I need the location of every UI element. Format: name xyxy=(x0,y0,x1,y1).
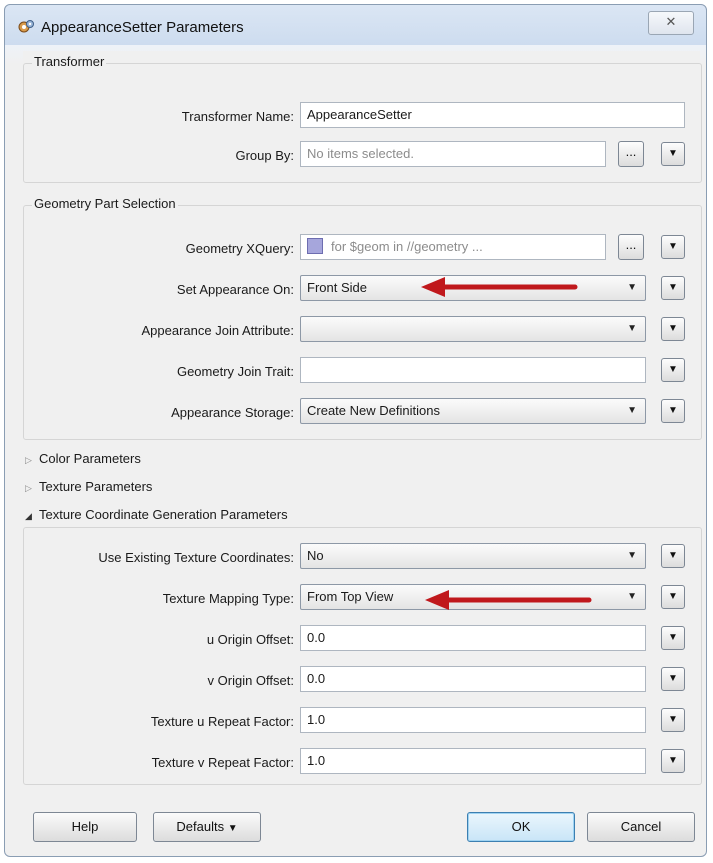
chevron-down-icon: ▼ xyxy=(227,823,238,834)
u-origin-label: u Origin Offset: xyxy=(206,632,294,647)
group-by-browse-button[interactable]: ... xyxy=(618,141,644,167)
transformer-group-title: Transformer xyxy=(32,54,107,69)
defaults-label: Defaults xyxy=(176,819,225,834)
v-repeat-label: Texture v Repeat Factor: xyxy=(151,755,294,770)
v-origin-field[interactable]: 0.0 xyxy=(300,666,646,692)
set-appearance-value: Front Side xyxy=(307,280,367,295)
join-attribute-label: Appearance Join Attribute: xyxy=(141,323,295,338)
geometry-xquery-field[interactable]: for $geom in //geometry ... xyxy=(300,234,606,260)
annotation-arrow-mapping-type xyxy=(425,590,592,610)
appearance-storage-dropdown[interactable]: Create New Definitions ▼ xyxy=(300,398,646,424)
chevron-down-icon: ▼ xyxy=(627,323,637,334)
u-repeat-label: Texture u Repeat Factor: xyxy=(150,714,294,729)
menu-triangle-icon: ▼ xyxy=(668,591,678,602)
mapping-type-value: From Top View xyxy=(307,589,394,604)
transformer-gear-icon xyxy=(18,20,34,33)
menu-triangle-icon: ▼ xyxy=(668,550,678,561)
geometry-xquery-menu-button[interactable]: ▼ xyxy=(661,235,685,259)
color-parameters-label: Color Parameters xyxy=(39,451,141,466)
chevron-down-icon: ▼ xyxy=(627,282,637,293)
use-existing-label: Use Existing Texture Coordinates: xyxy=(98,550,294,565)
texcoord-parameters-label: Texture Coordinate Generation Parameters xyxy=(39,507,288,522)
join-attribute-menu-button[interactable]: ▼ xyxy=(661,317,685,341)
menu-triangle-icon: ▼ xyxy=(668,364,678,375)
group-by-label: Group By: xyxy=(235,148,294,163)
geometry-xquery-label: Geometry XQuery: xyxy=(185,241,294,256)
join-attribute-dropdown[interactable]: ▼ xyxy=(300,316,646,342)
texture-parameters-label: Texture Parameters xyxy=(39,479,153,494)
expand-triangle-icon: ▷ xyxy=(25,455,32,465)
transformer-group: Transformer Transformer Name: Appearance… xyxy=(23,54,702,183)
appearance-storage-label: Appearance Storage: xyxy=(171,405,294,420)
transformer-name-field[interactable]: AppearanceSetter xyxy=(300,102,685,128)
menu-triangle-icon: ▼ xyxy=(668,714,678,725)
close-icon: ✕ xyxy=(665,14,677,29)
annotation-arrow-set-appearance xyxy=(421,277,578,297)
geometry-group-title: Geometry Part Selection xyxy=(32,196,178,211)
use-existing-dropdown[interactable]: No ▼ xyxy=(300,543,646,569)
menu-triangle-icon: ▼ xyxy=(668,632,678,643)
menu-triangle-icon: ▼ xyxy=(668,323,678,334)
appearance-storage-value: Create New Definitions xyxy=(307,403,440,418)
xquery-type-icon xyxy=(307,238,323,254)
menu-triangle-icon: ▼ xyxy=(668,148,678,159)
use-existing-menu-button[interactable]: ▼ xyxy=(661,544,685,568)
v-repeat-menu-button[interactable]: ▼ xyxy=(661,749,685,773)
v-origin-label: v Origin Offset: xyxy=(207,673,294,688)
join-trait-menu-button[interactable]: ▼ xyxy=(661,358,685,382)
texcoord-parameters-toggle[interactable]: ◢ Texture Coordinate Generation Parameter… xyxy=(25,507,288,522)
u-origin-menu-button[interactable]: ▼ xyxy=(661,626,685,650)
texcoord-group: Use Existing Texture Coordinates: No ▼ ▼ … xyxy=(23,527,702,785)
group-by-menu-button[interactable]: ▼ xyxy=(661,142,685,166)
menu-triangle-icon: ▼ xyxy=(668,405,678,416)
geometry-part-group: Geometry Part Selection Geometry XQuery:… xyxy=(23,196,702,440)
cancel-button[interactable]: Cancel xyxy=(587,812,695,842)
menu-triangle-icon: ▼ xyxy=(668,673,678,684)
geometry-xquery-browse-button[interactable]: ... xyxy=(618,234,644,260)
menu-triangle-icon: ▼ xyxy=(668,241,678,252)
window-title: AppearanceSetter Parameters xyxy=(41,19,244,36)
appearance-storage-menu-button[interactable]: ▼ xyxy=(661,399,685,423)
dialog-window: AppearanceSetter Parameters ✕ Transforme… xyxy=(4,4,707,857)
menu-triangle-icon: ▼ xyxy=(668,282,678,293)
u-origin-field[interactable]: 0.0 xyxy=(300,625,646,651)
geometry-xquery-value: for $geom in //geometry ... xyxy=(331,239,483,254)
color-parameters-toggle[interactable]: ▷ Color Parameters xyxy=(25,451,141,466)
chevron-down-icon: ▼ xyxy=(627,591,637,602)
set-appearance-menu-button[interactable]: ▼ xyxy=(661,276,685,300)
u-repeat-menu-button[interactable]: ▼ xyxy=(661,708,685,732)
join-trait-field[interactable] xyxy=(300,357,646,383)
v-repeat-field[interactable]: 1.0 xyxy=(300,748,646,774)
menu-triangle-icon: ▼ xyxy=(668,755,678,766)
u-repeat-field[interactable]: 1.0 xyxy=(300,707,646,733)
chevron-down-icon: ▼ xyxy=(627,405,637,416)
chevron-down-icon: ▼ xyxy=(627,550,637,561)
mapping-type-menu-button[interactable]: ▼ xyxy=(661,585,685,609)
texture-parameters-toggle[interactable]: ▷ Texture Parameters xyxy=(25,479,152,494)
v-origin-menu-button[interactable]: ▼ xyxy=(661,667,685,691)
join-trait-label: Geometry Join Trait: xyxy=(176,364,294,379)
use-existing-value: No xyxy=(307,548,324,563)
close-button[interactable]: ✕ xyxy=(648,11,694,35)
defaults-button[interactable]: Defaults ▼ xyxy=(153,812,261,842)
transformer-name-label: Transformer Name: xyxy=(181,109,294,124)
mapping-type-label: Texture Mapping Type: xyxy=(162,591,294,606)
dialog-client: Transformer Transformer Name: Appearance… xyxy=(23,51,702,791)
help-button[interactable]: Help xyxy=(33,812,137,842)
ok-button[interactable]: OK xyxy=(467,812,575,842)
collapse-triangle-icon: ◢ xyxy=(25,511,32,521)
group-by-field[interactable]: No items selected. xyxy=(300,141,606,167)
title-bar: AppearanceSetter Parameters ✕ xyxy=(5,5,706,45)
expand-triangle-icon: ▷ xyxy=(25,483,32,493)
set-appearance-label: Set Appearance On: xyxy=(176,282,294,297)
